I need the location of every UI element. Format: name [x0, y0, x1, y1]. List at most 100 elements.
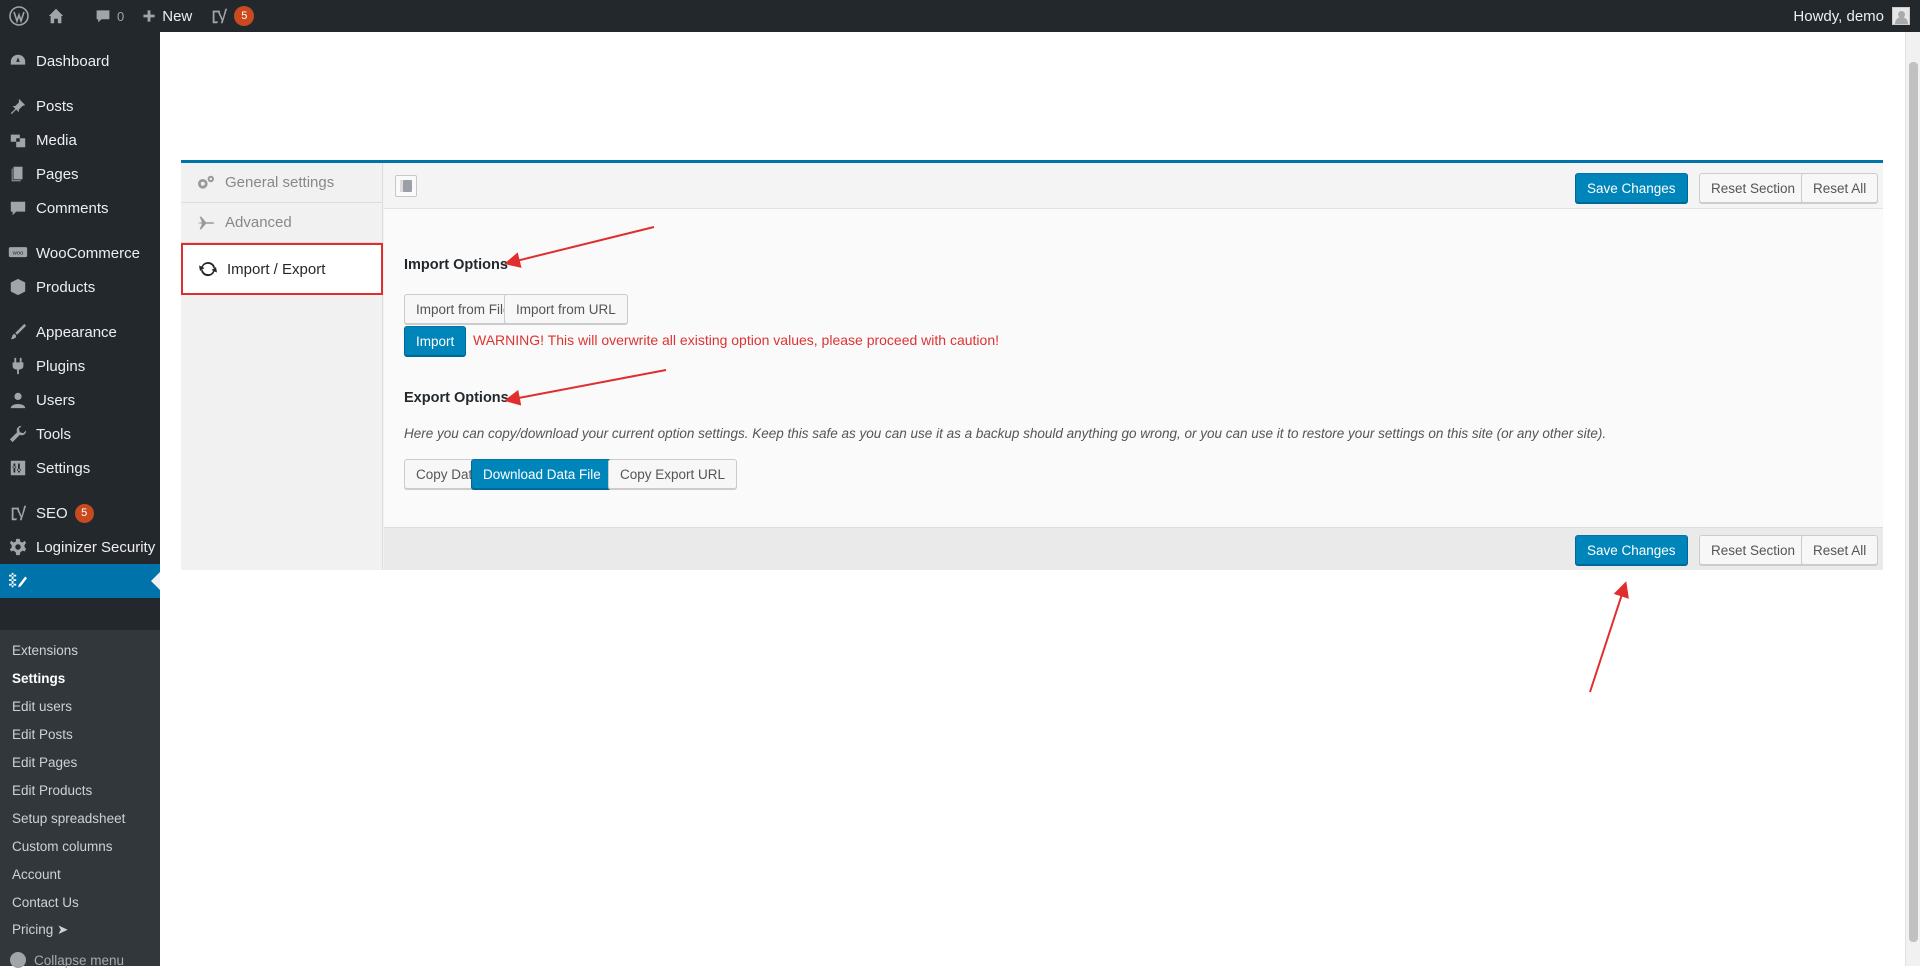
airplane-icon [195, 215, 217, 231]
save-changes-button-bottom[interactable]: Save Changes [1575, 535, 1688, 565]
sidebar-item-label: SEO [36, 504, 68, 522]
seo-badge: 5 [74, 503, 94, 523]
svg-text:woo: woo [12, 251, 24, 257]
submenu-item-settings[interactable]: Settings [0, 664, 160, 692]
tab-label: General settings [225, 174, 335, 191]
sidebar-item-label: Loginizer Security [36, 538, 156, 556]
submenu-item-pricing[interactable]: Pricing ➤ [0, 916, 160, 944]
options-panel: General settings Advanced Import / Expor… [181, 160, 1883, 570]
bottom-toolbar: Save Changes Reset Section Reset All [384, 527, 1883, 570]
submenu-item-setup-spreadsheet[interactable]: Setup spreadsheet [0, 804, 160, 832]
new-content-link[interactable]: New [133, 0, 201, 32]
sidebar-item-plugins[interactable]: Plugins [0, 349, 160, 383]
reset-all-button-bottom[interactable]: Reset All [1801, 535, 1879, 565]
sidebar-item-label: Products [36, 278, 96, 296]
import-from-url-button[interactable]: Import from URL [504, 294, 628, 324]
sidebar-item-dashboard[interactable]: Dashboard [0, 44, 160, 78]
sidebar-item-label: Dashboard [36, 52, 110, 70]
import-options-title: Import Options [404, 257, 508, 273]
sidebar-item-label: WooCommerce [36, 244, 140, 262]
sidebar-item-label: Comments [36, 199, 109, 217]
collapse-menu-button[interactable]: Collapse menu [0, 946, 160, 974]
sliders-icon [0, 459, 36, 477]
sidebar-item-plugin-current[interactable] [0, 564, 160, 598]
tab-general-settings[interactable]: General settings [181, 163, 383, 203]
submenu-item-custom-columns[interactable]: Custom columns [0, 832, 160, 860]
layout-toggle-button[interactable] [395, 175, 417, 197]
sidebar-item-seo[interactable]: SEO 5 [0, 496, 160, 530]
user-icon [0, 391, 36, 409]
sidebar-item-label: Posts [36, 97, 74, 115]
sidebar-item-settings[interactable]: Settings [0, 451, 160, 485]
admin-sidebar: Dashboard Posts Media Pages Comments woo… [0, 32, 160, 968]
submenu-item-edit-posts[interactable]: Edit Posts [0, 720, 160, 748]
yoast-menu[interactable]: 5 [201, 0, 263, 32]
tab-label: Advanced [225, 214, 292, 231]
wrench-icon [0, 425, 36, 443]
sidebar-item-media[interactable]: Media [0, 123, 160, 157]
tab-advanced[interactable]: Advanced [181, 203, 383, 243]
new-label: New [162, 7, 193, 25]
reset-all-button-top[interactable]: Reset All [1801, 173, 1879, 203]
howdy-greeting: Howdy, demo [1793, 7, 1884, 25]
account-menu[interactable]: Howdy, demo [1793, 7, 1920, 25]
sidebar-item-label: Users [36, 391, 76, 409]
sidebar-item-tools[interactable]: Tools [0, 417, 160, 451]
sidebar-item-loginizer[interactable]: Loginizer Security [0, 530, 160, 564]
submenu-item-account[interactable]: Account [0, 860, 160, 888]
sidebar-item-users[interactable]: Users [0, 383, 160, 417]
refresh-icon [197, 259, 219, 279]
import-button[interactable]: Import [404, 326, 467, 356]
plug-icon [0, 357, 36, 375]
dashboard-icon [0, 52, 36, 70]
sidebar-item-posts[interactable]: Posts [0, 89, 160, 123]
submenu-item-contact-us[interactable]: Contact Us [0, 888, 160, 916]
submenu-item-edit-products[interactable]: Edit Products [0, 776, 160, 804]
download-data-file-button[interactable]: Download Data File [471, 459, 613, 489]
submenu-item-extensions[interactable]: Extensions [0, 636, 160, 664]
submenu-item-edit-users[interactable]: Edit users [0, 692, 160, 720]
sidebar-item-comments[interactable]: Comments [0, 191, 160, 225]
top-toolbar: Save Changes Reset Section Reset All [384, 163, 1883, 209]
yoast-icon [0, 504, 36, 522]
sidebar-item-products[interactable]: Products [0, 270, 160, 304]
sidebar-item-pages[interactable]: Pages [0, 157, 160, 191]
vertical-scrollbar[interactable] [1905, 32, 1920, 966]
export-options-title: Export Options [404, 390, 509, 406]
tab-label: Import / Export [227, 260, 326, 278]
submenu: Extensions Settings Edit users Edit Post… [0, 630, 160, 968]
submenu-item-edit-pages[interactable]: Edit Pages [0, 748, 160, 776]
pin-icon [0, 97, 36, 115]
comments-link[interactable]: 0 [86, 0, 133, 32]
options-tabs: General settings Advanced Import / Expor… [181, 163, 383, 570]
layout-icon [400, 180, 412, 192]
tab-import-export[interactable]: Import / Export [181, 243, 383, 295]
reset-section-button-top[interactable]: Reset Section [1699, 173, 1808, 203]
wordpress-logo-icon[interactable] [0, 0, 38, 32]
arrow-to-save-button [1589, 581, 1629, 693]
comments-count: 0 [117, 8, 125, 24]
sidebar-item-appearance[interactable]: Appearance [0, 315, 160, 349]
sidebar-item-label: Tools [36, 425, 72, 443]
sidebar-item-label: Settings [36, 459, 91, 477]
admin-bar: 0 New 5 Howdy, demo [0, 0, 1920, 32]
yoast-icon [212, 8, 228, 24]
comment-bubble-icon [96, 10, 110, 23]
media-icon [0, 131, 36, 149]
plus-icon [143, 10, 155, 22]
scrollbar-thumb[interactable] [1909, 62, 1918, 942]
sidebar-item-label: Media [36, 131, 77, 149]
sidebar-item-woocommerce[interactable]: woo WooCommerce [0, 236, 160, 270]
comment-icon [0, 199, 36, 217]
export-description: Here you can copy/download your current … [404, 426, 1607, 441]
reset-section-button-bottom[interactable]: Reset Section [1699, 535, 1808, 565]
woo-icon: woo [0, 245, 36, 261]
home-icon[interactable] [38, 0, 74, 32]
options-content: Save Changes Reset Section Reset All Imp… [384, 163, 1883, 570]
box-icon [0, 278, 36, 296]
copy-export-url-button[interactable]: Copy Export URL [608, 459, 738, 489]
save-changes-button-top[interactable]: Save Changes [1575, 173, 1688, 203]
current-menu-arrow [151, 572, 160, 590]
sidebar-item-label: Appearance [36, 323, 117, 341]
yoast-badge: 5 [234, 6, 255, 26]
